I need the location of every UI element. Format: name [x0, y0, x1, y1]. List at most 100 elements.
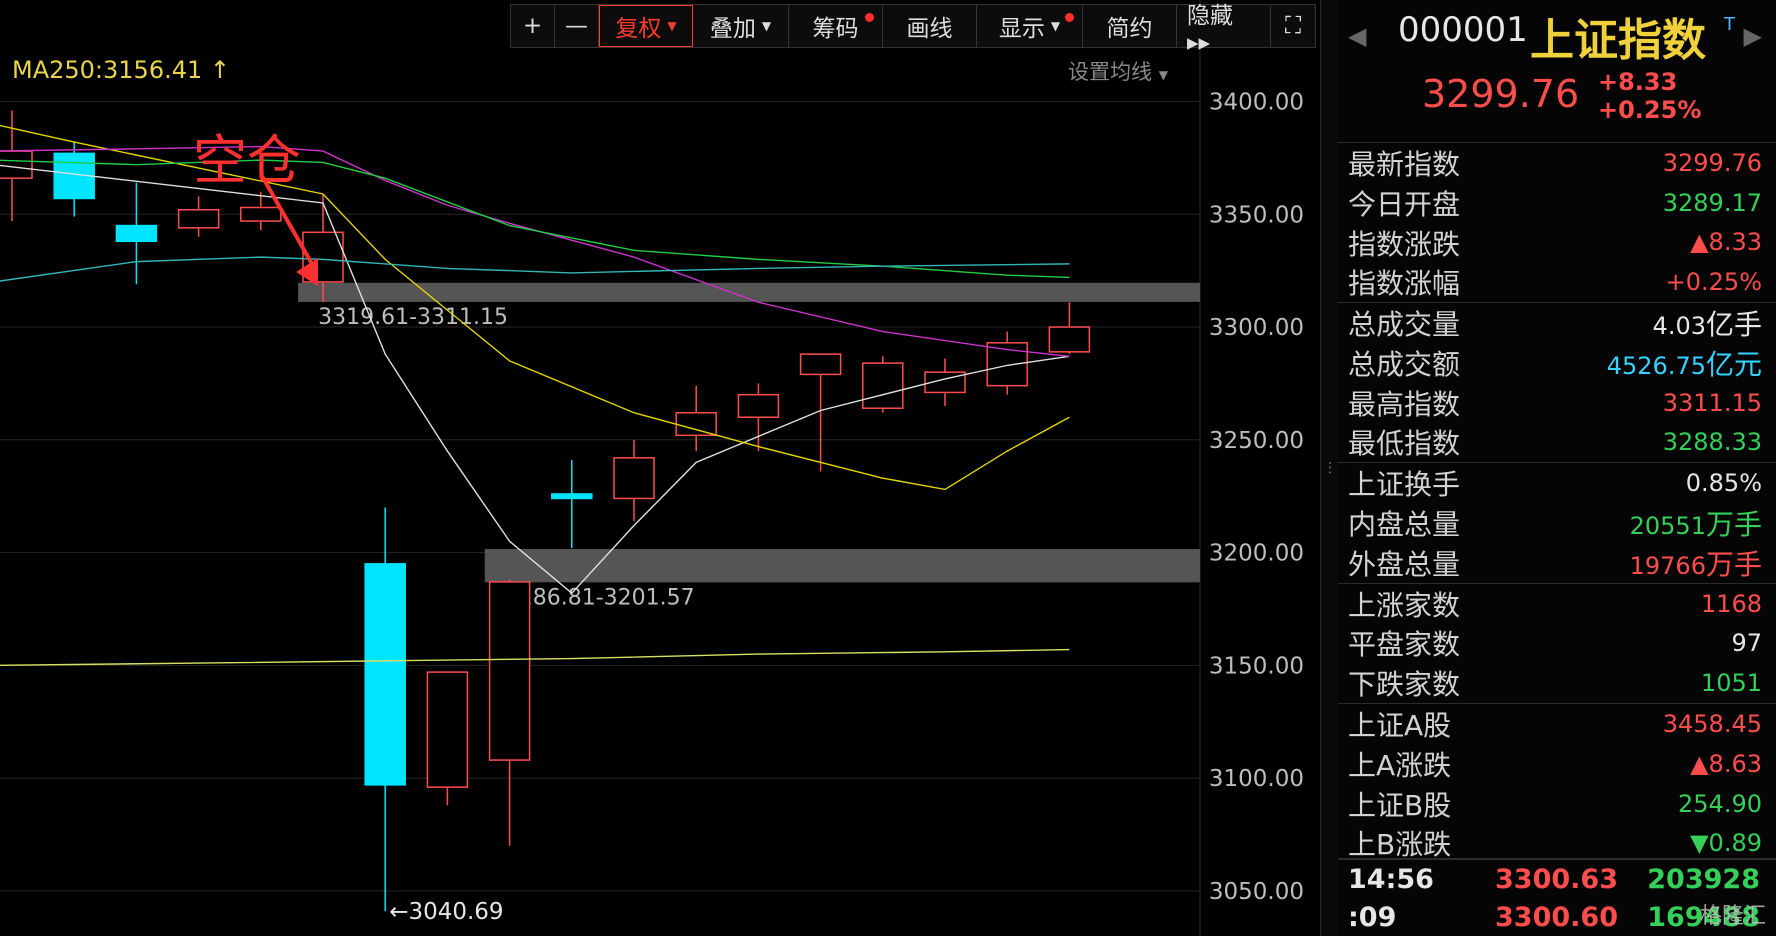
candle-body [737, 393, 780, 419]
band-label: 3186.81-3201.57 [505, 585, 695, 610]
quote-row-unit: 亿手 [1705, 308, 1762, 342]
huaxian-button[interactable]: 画线 [883, 5, 977, 47]
quote-row-value: 20551万手 [1629, 508, 1762, 542]
xianshi-button[interactable]: 显示 ▼ [977, 5, 1083, 47]
quote-row: 总成交额 4526.75亿元 [1338, 343, 1776, 383]
quote-row: 总成交量 4.03亿手 [1338, 303, 1776, 343]
quote-row: 下跌家数 1051 [1338, 663, 1776, 703]
quote-row-label: 最新指数 [1348, 147, 1461, 181]
change-value: +8.33 [1598, 68, 1678, 96]
stock-code: 000001 [1398, 10, 1528, 50]
support-band [484, 549, 1201, 583]
candle-body [0, 150, 33, 179]
red-dot-icon [1065, 13, 1074, 22]
price-change: +8.33 +0.25% [1598, 68, 1701, 124]
jianyue-button[interactable]: 简约 [1083, 5, 1177, 47]
ma-settings-label: 设置均线 [1068, 60, 1152, 84]
quote-row-value: ▲8.63 [1690, 749, 1762, 778]
kline-chart-area[interactable]: 3400.00 3350.00 3300.00 3250.00 3200.00 3150.… [0, 0, 1320, 936]
quote-row: 内盘总量 20551万手 [1338, 503, 1776, 543]
chouma-button[interactable]: 筹码 [789, 5, 883, 47]
ma-settings-dropdown[interactable]: 设置均线 ▼ [1068, 56, 1168, 86]
quote-row-label: 上证B股 [1348, 788, 1452, 822]
yincang-button[interactable]: 隐藏 ▸▸ [1177, 3, 1271, 56]
annotation-text: 空仓 [193, 129, 301, 192]
quote-row: 上证A股 3458.45 [1338, 704, 1776, 744]
tick-price: 3300.63 [1495, 863, 1618, 895]
caret-down-icon: ▼ [667, 19, 677, 33]
candle-body [115, 224, 158, 243]
ma-line-ma10 [0, 124, 1070, 491]
caret-down-icon: ▼ [1158, 68, 1168, 82]
ma-line-ma250 [0, 648, 1070, 666]
quote-row-label: 指数涨跌 [1348, 227, 1461, 261]
y-axis-tick-label: 3200.00 [1209, 541, 1304, 567]
quote-row-label: 上A涨跌 [1348, 748, 1452, 782]
tick-price: 3300.60 [1495, 901, 1618, 933]
current-price: 3299.76 [1422, 72, 1580, 116]
candle-body [488, 581, 531, 761]
diejia-label: 叠加 [709, 16, 756, 42]
quote-row-unit: 万手 [1705, 547, 1762, 581]
fullscreen-icon[interactable]: ⛶ [1271, 5, 1315, 47]
next-stock-arrow-icon[interactable]: ▶ [1744, 22, 1762, 50]
caret-down-icon: ▼ [1050, 19, 1061, 33]
stock-name: 上证指数 [1530, 15, 1706, 66]
quote-row-value: ▲8.33 [1690, 228, 1762, 257]
ma250-label: MA250:3156.41 ↑ [12, 56, 231, 84]
quote-row: 最新指数 3299.76 [1338, 143, 1776, 183]
y-axis-tick-label: 3100.00 [1209, 766, 1304, 792]
quote-row-value: 1051 [1700, 669, 1762, 698]
quote-row: 最高指数 3311.15 [1338, 383, 1776, 423]
ma-line-ma20 [0, 145, 1070, 358]
quote-row: 上证换手 0.85% [1338, 463, 1776, 503]
quote-row: 外盘总量 19766万手 [1338, 543, 1776, 583]
quote-row: 上涨家数 1168 [1338, 584, 1776, 624]
quote-row-label: 外盘总量 [1348, 547, 1461, 581]
tick-volume: 203928 [1647, 863, 1760, 895]
zoom-out-button[interactable]: — [555, 5, 599, 47]
quote-row-value: 3288.33 [1662, 428, 1762, 457]
candle-body [177, 209, 220, 229]
quote-row-unit: 万手 [1705, 508, 1762, 542]
quote-row-label: 上证换手 [1348, 468, 1461, 502]
ma-line-ma5 [0, 164, 1070, 595]
candle-body [551, 493, 593, 500]
watermark-logo: 格隆汇 [1699, 904, 1766, 929]
tick-time: :09 [1348, 901, 1397, 933]
prev-stock-arrow-icon[interactable]: ◀ [1348, 22, 1366, 50]
change-percent: +0.25% [1598, 96, 1702, 124]
quote-row-label: 指数涨幅 [1348, 267, 1461, 301]
fuquan-button[interactable]: 复权 ▼ [599, 5, 693, 47]
low-price-marker: ←3040.69 [389, 899, 503, 925]
quote-row-label: 上涨家数 [1348, 588, 1461, 622]
candle-body [799, 353, 842, 376]
quote-row: 上A涨跌 ▲8.63 [1338, 744, 1776, 784]
candle-body [862, 362, 904, 409]
quote-row: 指数涨跌 ▲8.33 [1338, 223, 1776, 263]
diejia-button[interactable]: 叠加 ▼ [693, 5, 789, 47]
xianshi-label: 显示 [998, 16, 1045, 42]
y-axis-tick-label: 3150.00 [1209, 653, 1304, 679]
quote-panel: ◀ 000001 上证指数 T ▶ 3299.76 +8.33 +0.25% 最… [1338, 0, 1776, 936]
quote-row-value: 3458.45 [1662, 710, 1762, 739]
candle-body [1048, 326, 1091, 353]
quote-row-value: ▼0.89 [1690, 829, 1762, 858]
candle-body [426, 671, 469, 788]
quote-row: 平盘家数 97 [1338, 624, 1776, 664]
quote-row-value: +0.25% [1665, 268, 1762, 297]
candle-body [240, 206, 282, 222]
fuquan-label: 复权 [615, 16, 662, 42]
quote-row-value: 4.03亿手 [1652, 308, 1762, 342]
quote-row-value: 1168 [1700, 589, 1762, 618]
quote-row-label: 总成交额 [1348, 347, 1461, 381]
red-dot-icon [865, 13, 874, 22]
quote-row-value: 0.85% [1685, 469, 1762, 498]
zoom-in-button[interactable]: + [511, 5, 555, 47]
candle-body [613, 457, 655, 500]
y-axis-tick-label: 3400.00 [1209, 89, 1304, 115]
quote-row-label: 内盘总量 [1348, 508, 1461, 542]
y-axis-tick-label: 3300.00 [1209, 315, 1304, 341]
chart-toolbar: + — 复权 ▼ 叠加 ▼ 筹码 画线 显示 ▼ 简约 隐藏 ▸▸ ⛶ [510, 3, 1316, 56]
quote-row-label: 上证A股 [1348, 709, 1452, 743]
